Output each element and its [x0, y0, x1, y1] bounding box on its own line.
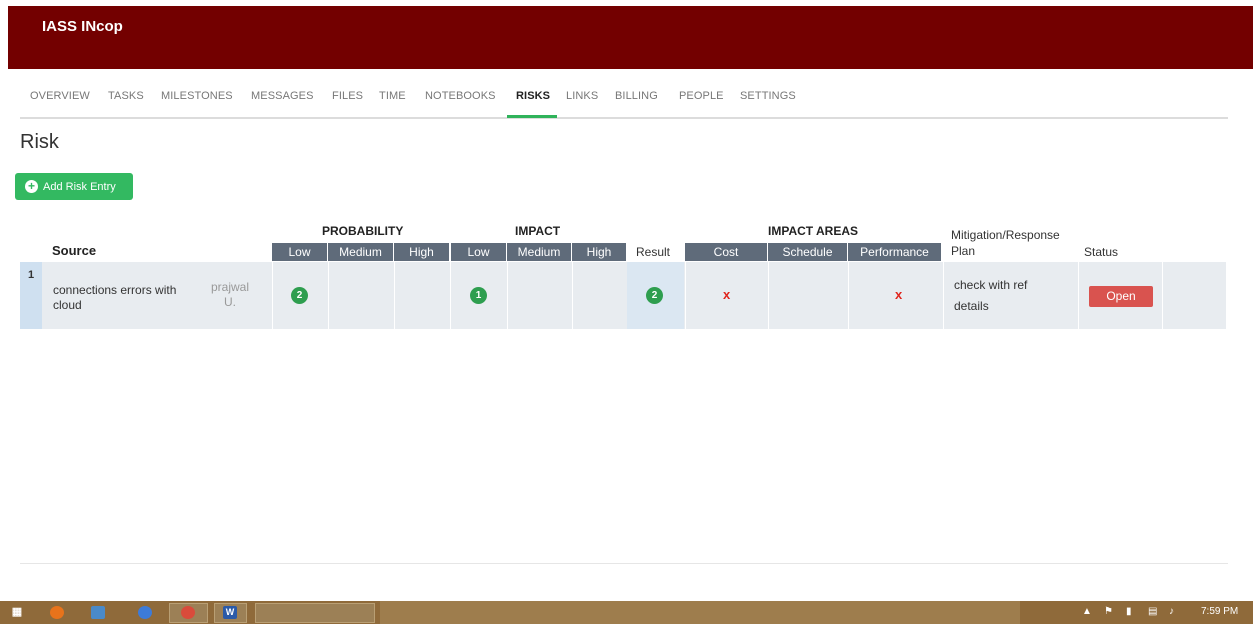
impact-header: IMPACT — [515, 224, 561, 238]
probability-low-header: Low — [272, 243, 328, 261]
taskbar-clock[interactable]: 7:59 PM — [1201, 606, 1238, 617]
column-divider — [943, 262, 944, 329]
column-divider — [1162, 262, 1163, 329]
file-explorer-icon[interactable] — [91, 606, 105, 619]
mitigation-header-line2: Plan — [951, 244, 976, 258]
tab-milestones[interactable]: MILESTONES — [161, 90, 233, 102]
status-open-button[interactable]: Open — [1089, 286, 1153, 307]
mitigation-plan-line1: check with ref — [954, 278, 1028, 292]
content-divider — [20, 563, 1228, 564]
risk-source-line1[interactable]: connections errors with — [53, 283, 176, 298]
tray-chevron-icon[interactable]: ▲ — [1082, 606, 1092, 617]
tab-links[interactable]: LINKS — [566, 90, 598, 102]
chrome-icon[interactable] — [138, 606, 152, 619]
probability-high-header: High — [394, 243, 450, 261]
impact-low-badge: 1 — [470, 287, 487, 304]
cost-x-icon: x — [723, 287, 731, 302]
performance-header: Performance — [848, 243, 942, 261]
performance-x-icon: x — [895, 287, 903, 302]
source-header: Source — [52, 243, 97, 258]
column-divider — [450, 262, 451, 329]
cost-header: Cost — [685, 243, 768, 261]
taskbar-wallpaper-glow — [380, 601, 1020, 624]
tab-billing[interactable]: BILLING — [615, 90, 658, 102]
probability-header: PROBABILITY — [322, 224, 404, 238]
column-divider — [328, 262, 329, 329]
add-risk-entry-label: Add Risk Entry — [43, 180, 116, 193]
chrome-active-icon[interactable] — [181, 606, 195, 619]
project-nav: OVERVIEW TASKS MILESTONES MESSAGES FILES… — [20, 82, 1228, 119]
tab-tasks[interactable]: TASKS — [108, 90, 144, 102]
impact-high-header: High — [572, 243, 627, 261]
result-badge: 2 — [646, 287, 663, 304]
plus-circle-icon: + — [25, 180, 38, 193]
tab-files[interactable]: FILES — [332, 90, 363, 102]
column-divider — [1078, 262, 1079, 329]
mitigation-header-line1: Mitigation/Response — [951, 228, 1060, 242]
mitigation-plan-line2: details — [954, 299, 989, 313]
page-title: Risk — [20, 131, 59, 153]
table-row[interactable] — [20, 262, 1226, 329]
tab-messages[interactable]: MESSAGES — [251, 90, 314, 102]
taskbar-window-slot[interactable] — [255, 603, 375, 623]
column-divider — [572, 262, 573, 329]
row-number: 1 — [28, 269, 35, 281]
impact-low-header: Low — [451, 243, 507, 261]
column-divider — [685, 262, 686, 329]
windows-start-icon[interactable]: ▦ — [10, 606, 24, 619]
column-divider — [848, 262, 849, 329]
tray-network-icon[interactable]: ▤ — [1148, 606, 1157, 617]
risk-owner-line2[interactable]: U. — [205, 295, 255, 310]
column-divider — [768, 262, 769, 329]
firefox-icon[interactable] — [50, 606, 64, 619]
risk-source-line2[interactable]: cloud — [53, 298, 82, 313]
probability-medium-header: Medium — [328, 243, 394, 261]
tab-overview[interactable]: OVERVIEW — [30, 90, 90, 102]
active-tab-indicator — [507, 115, 557, 118]
schedule-header: Schedule — [768, 243, 848, 261]
probability-low-badge: 2 — [291, 287, 308, 304]
impact-medium-header: Medium — [507, 243, 572, 261]
app-title[interactable]: IASS INcop — [42, 18, 123, 35]
result-header: Result — [636, 245, 671, 259]
status-header: Status — [1084, 245, 1119, 259]
tray-volume-icon[interactable]: ♪ — [1169, 606, 1174, 617]
tray-signal-icon[interactable]: ▮ — [1126, 606, 1132, 617]
column-divider — [394, 262, 395, 329]
tab-people[interactable]: PEOPLE — [679, 90, 724, 102]
tray-flag-icon[interactable]: ⚑ — [1104, 606, 1113, 617]
tab-settings[interactable]: SETTINGS — [740, 90, 796, 102]
risk-owner-line1[interactable]: prajwal — [205, 280, 255, 295]
tab-notebooks[interactable]: NOTEBOOKS — [425, 90, 496, 102]
tab-risks[interactable]: RISKS — [516, 90, 550, 102]
column-divider — [272, 262, 273, 329]
add-risk-entry-button[interactable]: + Add Risk Entry — [15, 173, 133, 200]
tab-time[interactable]: TIME — [379, 90, 406, 102]
word-icon[interactable]: W — [223, 606, 237, 619]
column-divider — [507, 262, 508, 329]
impact-areas-header: IMPACT AREAS — [768, 224, 858, 238]
app-header: IASS INcop — [8, 6, 1253, 69]
